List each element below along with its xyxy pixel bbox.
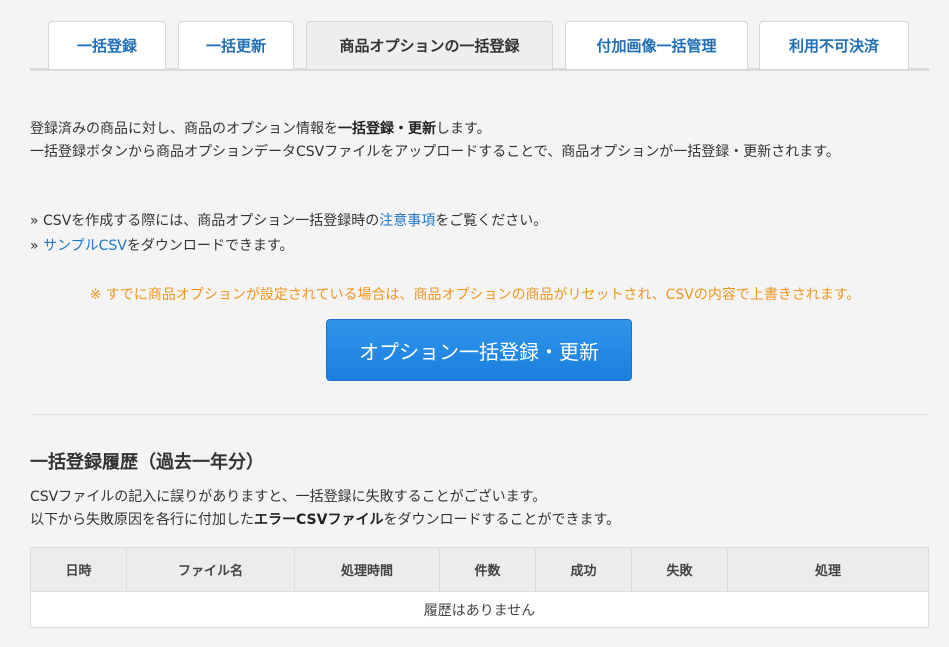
notes-link[interactable]: 注意事項 — [379, 213, 435, 229]
col-processing-time: 処理時間 — [294, 547, 440, 592]
col-action: 処理 — [727, 547, 929, 592]
csv-note: » CSVを作成する際には、商品オプション一括登録時の注意事項をご覧ください。 — [30, 213, 548, 229]
sample-note: » サンプルCSVをダウンロードできます。 — [30, 238, 294, 254]
history-table: 日時 ファイル名 処理時間 件数 成功 失敗 処理 履歴はありません — [30, 547, 929, 628]
empty-history-message: 履歴はありません — [30, 591, 929, 628]
overwrite-warning: ※ すでに商品オプションが設定されている場合は、商品オプションの商品がリセットさ… — [89, 287, 861, 303]
intro-line2: 一括登録ボタンから商品オプションデータCSVファイルをアップロードすることで、商… — [30, 143, 840, 160]
option-bulk-register-button[interactable]: オプション一括登録・更新 — [326, 319, 632, 381]
tab-unavailable-payment[interactable]: 利用不可決済 — [759, 21, 909, 69]
col-datetime: 日時 — [30, 547, 127, 592]
history-description: CSVファイルの記入に誤りがありますと、一括登録に失敗することがございます。 以… — [30, 489, 621, 528]
sample-csv-link[interactable]: サンプルCSV — [43, 238, 127, 254]
section-divider — [30, 414, 929, 415]
col-failure: 失敗 — [631, 547, 728, 592]
intro-text: 登録済みの商品に対し、商品のオプション情報を一括登録・更新します。 一括登録ボタ… — [30, 118, 920, 163]
page: 一括登録 一括更新 商品オプションの一括登録 付加画像一括管理 利用不可決済 登… — [0, 0, 949, 647]
info-links: » CSVを作成する際には、商品オプション一括登録時の注意事項をご覧ください。 … — [30, 209, 920, 259]
history-title: 一括登録履歴（過去一年分） — [30, 452, 264, 473]
tab-option-bulk-register[interactable]: 商品オプションの一括登録 — [306, 21, 553, 69]
table-row: 履歴はありません — [30, 591, 929, 628]
tab-additional-images[interactable]: 付加画像一括管理 — [565, 21, 748, 69]
col-filename: ファイル名 — [126, 547, 295, 592]
tab-bar: 一括登録 一括更新 商品オプションの一括登録 付加画像一括管理 利用不可決済 — [30, 21, 929, 71]
table-header-row: 日時 ファイル名 処理時間 件数 成功 失敗 処理 — [30, 547, 929, 592]
tab-bulk-update[interactable]: 一括更新 — [178, 21, 294, 69]
tab-bulk-register[interactable]: 一括登録 — [48, 21, 166, 69]
col-success: 成功 — [535, 547, 632, 592]
intro-line1: 登録済みの商品に対し、商品のオプション情報を一括登録・更新します。 — [30, 121, 491, 137]
col-count: 件数 — [439, 547, 536, 592]
